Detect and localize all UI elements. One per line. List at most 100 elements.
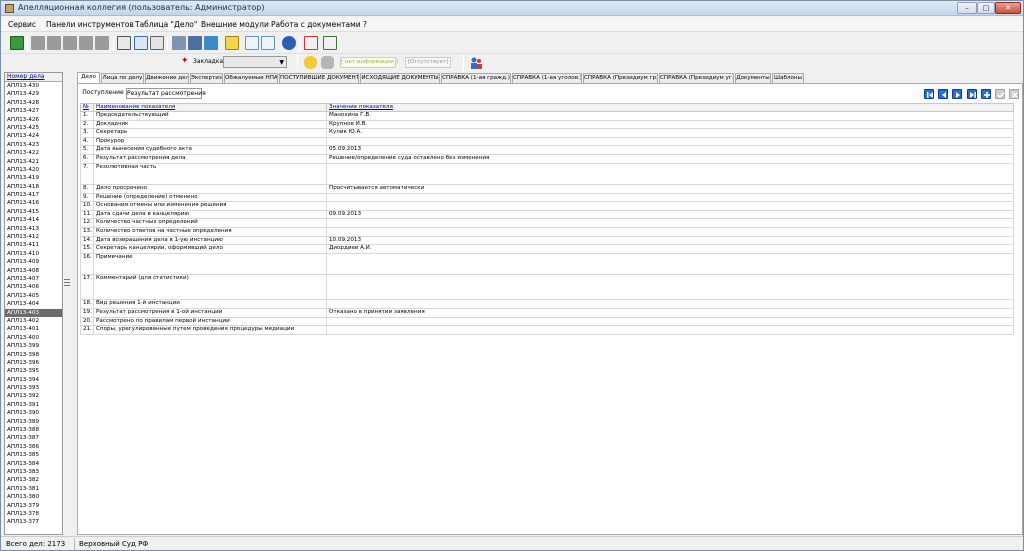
table-row[interactable]: 8. Дело просрочено Просчитывается автомати… <box>80 184 1014 194</box>
flag-icon[interactable] <box>304 36 318 50</box>
column-number[interactable]: № <box>80 103 94 112</box>
case-list-item[interactable]: АПЛ13-430 <box>5 82 62 90</box>
cell-value[interactable] <box>326 227 1014 237</box>
cell-value[interactable]: Диордиев А.И. <box>326 244 1014 254</box>
tab-2[interactable]: Движение дела <box>145 73 189 83</box>
table-row[interactable]: 9. Решение (определение) отменено <box>80 192 1014 203</box>
last-record-icon[interactable] <box>79 36 93 50</box>
edit-icon[interactable] <box>225 36 239 50</box>
cell-value[interactable] <box>326 218 1014 229</box>
column-name[interactable]: Наименование показателя <box>93 103 327 112</box>
case-list-item[interactable]: АПЛ13-404 <box>5 300 62 308</box>
menu-documents[interactable]: Работа с документами <box>271 20 361 29</box>
table-row[interactable]: 21. Споры, урегулированные путем проведен… <box>80 325 1014 335</box>
case-list-item[interactable]: АПЛ13-405 <box>5 292 62 300</box>
case-list-item[interactable]: АПЛ13-390 <box>5 409 62 417</box>
case-list-item[interactable]: АПЛ13-424 <box>5 132 62 140</box>
case-list-item[interactable]: АПЛ13-425 <box>5 124 62 132</box>
case-list[interactable]: Номер дела АПЛ13-430 АПЛ13-429 АПЛ13-428 АП… <box>4 72 63 535</box>
paste-icon[interactable] <box>261 36 275 50</box>
case-list-item[interactable]: АПЛ13-414 <box>5 216 62 224</box>
cell-value[interactable] <box>326 136 1014 147</box>
case-list-item[interactable]: АПЛ13-384 <box>5 460 62 468</box>
case-list-item[interactable]: АПЛ13-420 <box>5 166 62 174</box>
tab-5[interactable]: ПОСТУПИВШИЕ ДОКУМЕНТЫ <box>279 73 359 83</box>
case-list-item[interactable]: АПЛ13-391 <box>5 401 62 409</box>
case-list-item[interactable]: АПЛ13-407 <box>5 275 62 283</box>
tab-9[interactable]: СПРАВКА (Президиум гр.) <box>583 73 658 83</box>
case-list-item[interactable]: АПЛ13-408 <box>5 267 62 275</box>
case-list-item[interactable]: АПЛ13-401 <box>5 325 62 333</box>
case-list-item[interactable]: АПЛ13-417 <box>5 191 62 199</box>
filter-icon[interactable] <box>150 36 164 50</box>
table-row[interactable]: 5. Дата вынесения судебного акта 05.09.201… <box>80 145 1014 155</box>
case-list-item[interactable]: АПЛ13-413 <box>5 225 62 233</box>
tab-1[interactable]: Лица по делу <box>101 73 144 83</box>
table-row[interactable]: 16. Примечание <box>80 252 1014 276</box>
case-list-item[interactable]: АПЛ13-398 <box>5 351 62 359</box>
table-row[interactable]: 2. Докладчик Крупнов И.В. <box>80 119 1014 130</box>
menu-help[interactable]: ? <box>363 20 367 29</box>
print-icon[interactable] <box>188 36 202 50</box>
first-page-icon[interactable] <box>924 89 934 99</box>
cell-value[interactable] <box>326 252 1014 276</box>
cell-value[interactable]: Отказано в принятии заявления <box>326 307 1014 318</box>
refresh-icon[interactable] <box>10 36 24 50</box>
case-list-item[interactable]: АПЛ13-386 <box>5 443 62 451</box>
cell-value[interactable] <box>326 316 1014 327</box>
case-list-item[interactable]: АПЛ13-383 <box>5 468 62 476</box>
case-list-item[interactable]: АПЛ13-388 <box>5 426 62 434</box>
cell-value[interactable] <box>326 299 1014 309</box>
case-list-item[interactable]: АПЛ13-416 <box>5 199 62 207</box>
bookmark-select[interactable]: ▼ <box>223 56 287 68</box>
maximize-button[interactable]: □ <box>977 2 995 14</box>
case-list-item[interactable]: АПЛ13-387 <box>5 434 62 442</box>
table-row[interactable]: 20. Рассмотрено по правилам первой инстан… <box>80 316 1014 327</box>
case-list-item[interactable]: АПЛ13-392 <box>5 392 62 400</box>
table-row[interactable]: 18. Вид решения 1-й инстанции <box>80 299 1014 309</box>
users-icon[interactable] <box>469 56 483 70</box>
menu-toolbars[interactable]: Панели инструментов <box>46 20 134 29</box>
case-list-item[interactable]: АПЛ13-410 <box>5 250 62 258</box>
table-row[interactable]: 1. Председательствующий Манохина Г.В. <box>80 111 1014 121</box>
cancel-icon[interactable] <box>1009 89 1019 99</box>
table-row[interactable]: 4. Прокурор <box>80 136 1014 147</box>
case-list-item[interactable]: АПЛ13-411 <box>5 241 62 249</box>
case-list-item[interactable]: АПЛ13-402 <box>5 317 62 325</box>
add-record-icon[interactable] <box>981 89 991 99</box>
case-list-item[interactable]: АПЛ13-426 <box>5 116 62 124</box>
menu-table-case[interactable]: Таблица "Дело" <box>135 20 197 29</box>
cell-value[interactable] <box>326 162 1014 186</box>
close-button[interactable]: ✕ <box>995 2 1021 14</box>
minimize-button[interactable]: – <box>957 2 977 14</box>
case-list-item[interactable]: АПЛ13-427 <box>5 107 62 115</box>
cell-value[interactable] <box>326 201 1014 211</box>
case-list-item[interactable]: АПЛ13-409 <box>5 258 62 266</box>
case-list-item[interactable]: АПЛ13-412 <box>5 233 62 241</box>
cell-value[interactable] <box>326 325 1014 335</box>
case-list-item[interactable]: АПЛ13-385 <box>5 451 62 459</box>
table-row[interactable]: 14. Дата возвращения дела в 1-ую инстанци… <box>80 235 1014 246</box>
case-list-item[interactable]: АПЛ13-428 <box>5 99 62 107</box>
prev-page-icon[interactable] <box>938 89 948 99</box>
column-value[interactable]: Значение показателя <box>326 103 1014 112</box>
case-list-item[interactable]: АПЛ13-394 <box>5 376 62 384</box>
case-list-item[interactable]: АПЛ13-399 <box>5 342 62 350</box>
cell-value[interactable]: Крупнов И.В. <box>326 119 1014 130</box>
table-row[interactable]: 19. Результат рассмотрения в 1-ой инстанц… <box>80 307 1014 318</box>
cell-value[interactable]: Просчитывается автоматически <box>326 184 1014 194</box>
case-list-item[interactable]: АПЛ13-421 <box>5 158 62 166</box>
splitter-handle[interactable] <box>63 277 71 291</box>
next-page-icon[interactable] <box>952 89 962 99</box>
case-list-item[interactable]: АПЛ13-429 <box>5 90 62 98</box>
tab-10[interactable]: СПРАВКА (Президиум уг.) <box>659 73 734 83</box>
table-row[interactable]: 6. Результат рассмотрения дела Решение/опр… <box>80 153 1014 164</box>
table-row[interactable]: 7. Резолютивная часть <box>80 162 1014 186</box>
tab-7[interactable]: СПРАВКА (1-ая гражд.) <box>441 73 511 83</box>
case-list-item[interactable]: АПЛ13-393 <box>5 384 62 392</box>
case-list-item[interactable]: АПЛ13-377 <box>5 518 62 526</box>
case-list-item[interactable]: АПЛ13-378 <box>5 510 62 518</box>
table-row[interactable]: 13. Количество ответов на частные определ… <box>80 227 1014 237</box>
case-list-item[interactable]: АПЛ13-379 <box>5 502 62 510</box>
tab-11[interactable]: Документы <box>735 73 771 83</box>
